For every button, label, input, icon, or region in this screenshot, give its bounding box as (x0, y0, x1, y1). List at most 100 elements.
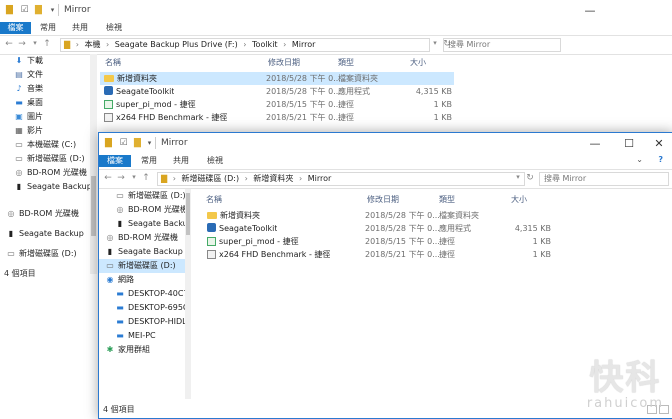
sidebar-item-label: 影片 (27, 126, 43, 135)
tab-home[interactable]: 常用 (38, 22, 58, 34)
sidebar-item[interactable]: ▬ 桌面 (0, 96, 90, 110)
search-input[interactable]: 搜尋 Mirror (443, 38, 561, 52)
sidebar-item[interactable]: ▣ 圖片 (0, 110, 90, 124)
file-row[interactable]: super_pi_mod - 捷徑 2018/5/15 下午 0... 捷徑 1 KB (100, 98, 454, 111)
divider (155, 137, 156, 149)
sidebar-item[interactable]: ▮ Seagate Backup (99, 245, 185, 259)
sidebar-item[interactable]: ▭ 新增磁碟區 (D:) (99, 189, 185, 203)
column-header-name[interactable]: 名稱 (105, 57, 121, 68)
up-arrow-icon[interactable]: ↑ (42, 39, 52, 49)
file-row[interactable]: x264 FHD Benchmark - 捷徑 2018/5/21 下午 0...… (100, 111, 454, 124)
file-size: 4,315 KB (514, 224, 551, 233)
sidebar-item[interactable]: ◎ BD-ROM 光碟機 (0, 166, 90, 180)
sidebar-item[interactable]: ▭ 新增磁碟區 (D:) (99, 259, 185, 273)
column-header-date[interactable]: 修改日期 (367, 194, 399, 205)
file-row[interactable]: SeagateToolkit 2018/5/28 下午 0... 應用程式 4,315… (203, 222, 555, 235)
sidebar-item[interactable]: ▭ 新增磁碟區 (D:) (0, 244, 96, 264)
sidebar-item[interactable]: ▤ 文件 (0, 68, 90, 82)
sidebar-item-label: 家用群組 (118, 345, 150, 354)
minimize-button[interactable]: — (579, 133, 611, 155)
file-name: super_pi_mod - 捷徑 (116, 100, 196, 109)
up-arrow-icon[interactable]: ↑ (141, 173, 151, 183)
file-row[interactable]: 新增資料夾 2018/5/28 下午 0... 檔案資料夾 (100, 72, 454, 85)
sidebar-item[interactable]: ▦ 影片 (0, 124, 90, 138)
back-arrow-icon[interactable]: ← (103, 173, 113, 183)
close-button[interactable]: ✕ (643, 133, 672, 155)
sidebar-item-label: MEI-PC (128, 331, 156, 340)
sidebar-item[interactable]: ▮ Seagate Backup (0, 180, 90, 194)
column-header-name[interactable]: 名稱 (206, 194, 222, 205)
breadcrumb[interactable]: 本機 (84, 40, 100, 49)
breadcrumb[interactable]: 新增磁碟區 (D:) (181, 174, 239, 183)
drive-icon: ▭ (106, 261, 114, 270)
breadcrumb[interactable]: 新增資料夾 (253, 174, 293, 183)
refresh-icon[interactable]: ↻ (525, 173, 535, 183)
sidebar-item[interactable]: ◎ BD-ROM 光碟機 (99, 231, 185, 245)
breadcrumb[interactable]: Mirror (292, 40, 316, 49)
file-row[interactable]: SeagateToolkit 2018/5/28 下午 0... 應用程式 4,315… (100, 85, 454, 98)
help-icon[interactable]: ? (658, 155, 663, 164)
breadcrumb[interactable]: Seagate Backup Plus Drive (F:) (115, 40, 238, 49)
tab-share[interactable]: 共用 (171, 155, 191, 167)
sidebar-item[interactable]: ▮ Seagate Backup (0, 224, 96, 244)
tab-home[interactable]: 常用 (139, 155, 159, 167)
column-header-date[interactable]: 修改日期 (268, 57, 300, 68)
quick-access-dropdown-icon[interactable]: ▾ (47, 5, 58, 16)
sidebar-item[interactable]: ◎ BD-ROM 光碟機 (99, 203, 186, 217)
file-row[interactable]: 新增資料夾 2018/5/28 下午 0... 檔案資料夾 (203, 209, 555, 222)
properties-icon[interactable]: ☑ (19, 5, 30, 16)
minimize-button[interactable]: — (574, 0, 606, 22)
sidebar-item-label: DESKTOP-695G (128, 303, 186, 312)
back-arrow-icon[interactable]: ← (4, 39, 14, 49)
sidebar-item[interactable]: ▮ Seagate Backup (99, 217, 185, 231)
tab-share[interactable]: 共用 (70, 22, 90, 34)
sidebar-item-label: 新增磁碟區 (D:) (118, 261, 176, 270)
quick-access-dropdown-icon[interactable]: ▾ (144, 138, 155, 149)
recent-locations-icon[interactable]: ▾ (129, 173, 139, 181)
breadcrumb[interactable]: Mirror (308, 174, 332, 183)
window-title: Mirror (161, 138, 188, 148)
file-row[interactable]: x264 FHD Benchmark - 捷徑 2018/5/21 下午 0...… (203, 248, 555, 261)
column-header-size[interactable]: 大小 (511, 194, 527, 205)
sidebar-item[interactable]: ✱ 家用群組 (99, 343, 185, 357)
sidebar-scrollbar[interactable] (185, 189, 191, 399)
sidebar-item[interactable]: ▬ DESKTOP-40C7 (99, 287, 185, 301)
sidebar-item[interactable]: ▭ 本機磁碟 (C:) (0, 138, 90, 152)
sidebar-item[interactable]: ◉ 網路 (99, 273, 185, 287)
address-bar[interactable]: ▇ › 本機 › Seagate Backup Plus Drive (F:) … (60, 38, 430, 52)
tab-file[interactable]: 檔案 (99, 155, 131, 167)
properties-icon[interactable]: ☑ (118, 138, 129, 149)
tab-view[interactable]: 檢視 (104, 22, 124, 34)
column-header-size[interactable]: 大小 (410, 57, 426, 68)
sidebar-item[interactable]: ▭ 新增磁碟區 (D:) (0, 152, 90, 166)
forward-arrow-icon[interactable]: → (17, 39, 27, 49)
sidebar-item[interactable]: ⬇ 下載 (0, 54, 90, 68)
file-row[interactable]: super_pi_mod - 捷徑 2018/5/15 下午 0... 捷徑 1 KB (203, 235, 555, 248)
tab-view[interactable]: 檢視 (205, 155, 225, 167)
search-input[interactable]: 搜尋 Mirror (539, 172, 669, 186)
maximize-button[interactable]: ☐ (613, 133, 645, 155)
new-folder-icon[interactable]: ▇ (132, 138, 143, 149)
file-date: 2018/5/21 下午 0... (365, 250, 440, 259)
app-icon (207, 223, 216, 232)
computer-icon: ▬ (116, 303, 124, 312)
folder-icon: ▇ (64, 40, 71, 49)
new-folder-icon[interactable]: ▇ (33, 5, 44, 16)
ribbon-expand-icon[interactable]: ⌄ (636, 155, 643, 164)
sidebar-item[interactable]: ▬ MEI-PC (99, 329, 185, 343)
sidebar-item[interactable]: ◎ BD-ROM 光碟機 (0, 204, 96, 224)
column-header-type[interactable]: 類型 (439, 194, 455, 205)
forward-arrow-icon[interactable]: → (116, 173, 126, 183)
breadcrumb[interactable]: Toolkit (252, 40, 278, 49)
tab-file[interactable]: 檔案 (0, 22, 31, 34)
sidebar-item[interactable]: ▬ DESKTOP-695G (99, 301, 185, 315)
address-dropdown-icon[interactable]: ▾ (430, 39, 440, 47)
usb-drive-icon: ▮ (117, 219, 123, 228)
file-name: 新增資料夾 (117, 74, 157, 83)
column-header-type[interactable]: 類型 (338, 57, 354, 68)
sidebar-item[interactable]: ♪ 音樂 (0, 82, 90, 96)
sidebar-item[interactable]: ▬ DESKTOP-HIDL (99, 315, 185, 329)
address-bar[interactable]: ▇ › 新增磁碟區 (D:) › 新增資料夾 › Mirror (157, 172, 525, 186)
address-dropdown-icon[interactable]: ▾ (513, 173, 523, 181)
recent-locations-icon[interactable]: ▾ (30, 39, 40, 47)
